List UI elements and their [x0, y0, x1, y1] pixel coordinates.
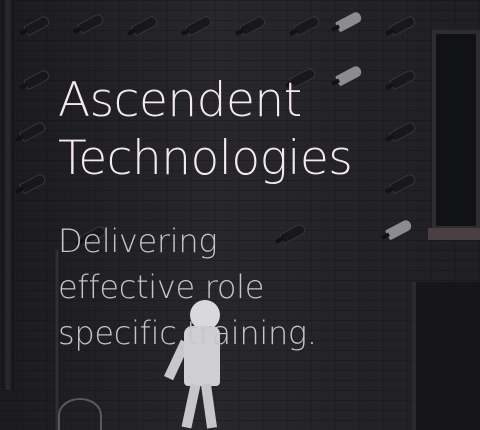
tagline: Delivering effective role specific train…: [58, 218, 460, 356]
company-name: Ascendent Technologies: [58, 72, 460, 188]
tagline-line: effective role: [58, 268, 265, 306]
person-leg: [200, 383, 218, 429]
hero-banner: Ascendent Technologies Delivering effect…: [0, 0, 480, 430]
tagline-line: Delivering: [58, 222, 218, 260]
graffiti-mark: [58, 398, 102, 430]
company-name-line: Ascendent: [58, 73, 302, 128]
person-leg: [181, 383, 201, 429]
drain-pipe: [2, 0, 14, 390]
tagline-line: specific training.: [58, 314, 317, 352]
hero-text: Ascendent Technologies Delivering effect…: [58, 72, 460, 356]
company-name-line: Technologies: [58, 131, 353, 186]
